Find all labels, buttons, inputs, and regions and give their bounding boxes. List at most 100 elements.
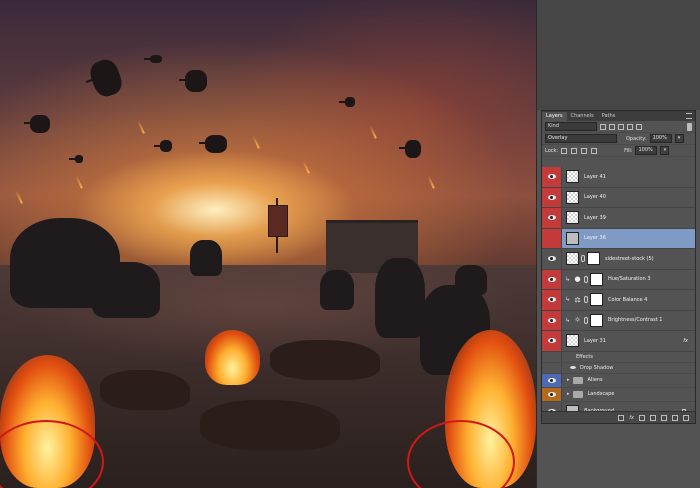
layer-row[interactable]: sidestreet-stock (5) [542,249,695,270]
layer-row[interactable]: ↳ ● Hue/Saturation 3 [542,269,695,290]
eye-icon [547,377,556,383]
link-chain-icon [584,316,588,324]
document-canvas[interactable] [0,0,536,488]
expand-arrow-icon[interactable]: ▸ [567,377,570,383]
visibility-toggle[interactable] [542,310,562,330]
layer-mask-thumbnail [590,272,603,286]
panel-menu-icon[interactable] [686,113,692,119]
projectile-streak [15,190,23,204]
alien-ship [86,56,126,100]
layer-name: Layer 39 [584,214,606,221]
add-mask-icon[interactable] [639,414,645,421]
visibility-toggle[interactable] [542,167,562,187]
opacity-dropdown[interactable]: ▾ [674,134,684,143]
smart-object-filter-icon[interactable] [636,123,642,130]
layer-row[interactable]: Layer 39 [542,208,695,229]
filter-toggle[interactable] [687,122,692,131]
lock-pixels-icon[interactable] [571,147,578,154]
layer-effects-badge[interactable]: fx [683,338,688,344]
trash-icon[interactable] [683,414,689,421]
visibility-toggle[interactable] [542,331,562,351]
eye-icon [570,366,576,369]
visibility-toggle[interactable] [542,387,562,401]
layer-thumbnail [566,211,579,225]
eye-icon [547,391,556,397]
filter-row: Kind [542,121,695,133]
layer-name: Layer 41 [584,173,606,180]
layer-list: Layer 41 Layer 40 Layer 39 Layer 36 side… [542,167,695,422]
layer-row[interactable]: Layer 41 [542,167,695,188]
new-group-icon[interactable] [661,414,667,421]
new-layer-icon[interactable] [672,414,678,421]
group-name: Landscape [587,391,615,397]
walker-robot [92,262,160,318]
fill-label: Fill: [624,147,633,154]
tab-layers[interactable]: Layers [542,112,567,121]
link-layers-icon[interactable] [618,414,625,421]
lock-row: Lock: Fill: 100% ▾ [542,145,695,157]
hue-saturation-icon: ● [574,275,581,284]
type-filter-icon[interactable] [618,123,624,130]
filter-kind-select[interactable]: Kind [545,122,597,131]
alien-ship [199,135,227,153]
walker-robot [190,240,222,276]
drop-shadow-visibility[interactable] [542,362,562,373]
effects-row[interactable]: Effects [542,351,695,363]
visibility-toggle[interactable] [542,187,562,207]
opacity-input[interactable]: 100% [649,134,672,143]
layer-row[interactable]: ↳ ⚖ Color Balance 4 [542,290,695,311]
projectile-streak [369,125,377,139]
clipping-arrow-icon: ↳ [565,275,571,283]
fill-dropdown[interactable]: ▾ [660,146,670,155]
group-row[interactable]: ▸ Landscape [542,387,695,402]
layer-name: Layer 31 [584,337,606,344]
alien-ship [144,55,162,63]
blend-mode-select[interactable]: Overlay [545,134,617,143]
filter-kind-value: Kind [548,123,560,129]
color-balance-icon: ⚖ [574,295,581,304]
layer-mask-thumbnail [587,252,600,266]
eye-icon [547,276,556,282]
lock-all-icon[interactable] [591,147,598,154]
fill-input[interactable]: 100% [635,146,658,155]
expand-arrow-icon[interactable]: ▸ [567,391,570,397]
alien-ship [154,140,172,152]
visibility-toggle[interactable] [542,269,562,289]
opacity-label: Opacity: [626,135,647,142]
layer-row-selected[interactable]: Layer 36 [542,228,695,249]
group-name: Aliens [587,377,603,383]
panel-tabs: Layers Channels Paths [542,111,695,121]
tab-channels[interactable]: Channels [567,112,598,121]
visibility-toggle[interactable] [542,249,562,269]
visibility-toggle[interactable] [542,290,562,310]
layer-row[interactable]: Layer 40 [542,187,695,208]
visibility-toggle[interactable] [542,373,562,387]
lock-transparent-icon[interactable] [561,147,568,154]
eye-icon [547,317,556,323]
link-chain-icon [581,255,585,263]
layer-row[interactable]: Layer 31 fx [542,331,695,352]
layer-mask-thumbnail [590,313,603,327]
tab-paths[interactable]: Paths [598,112,620,121]
pixel-filter-icon[interactable] [600,123,606,130]
add-style-button[interactable]: fx [629,415,634,421]
link-chain-icon [584,296,588,304]
eye-icon [547,215,556,221]
layer-thumbnail [566,334,579,348]
drop-shadow-row[interactable]: Drop Shadow [542,362,695,374]
layer-row[interactable]: ↳ ☼ Brightness/Contrast 1 [542,310,695,331]
visibility-toggle[interactable] [542,208,562,228]
adjustment-filter-icon[interactable] [609,123,615,130]
projectile-streak [137,120,145,134]
shape-filter-icon[interactable] [627,123,633,130]
eye-icon [547,338,556,344]
new-adjustment-icon[interactable] [650,414,656,421]
group-row[interactable]: ▸ Aliens [542,373,695,388]
projectile-streak [252,135,260,149]
visibility-toggle[interactable] [542,228,562,248]
lock-position-icon[interactable] [581,147,588,154]
layer-name: Color Balance 4 [608,296,648,303]
effects-visibility[interactable] [542,351,562,362]
alien-ship [24,115,50,133]
layer-mask-thumbnail [590,293,603,307]
